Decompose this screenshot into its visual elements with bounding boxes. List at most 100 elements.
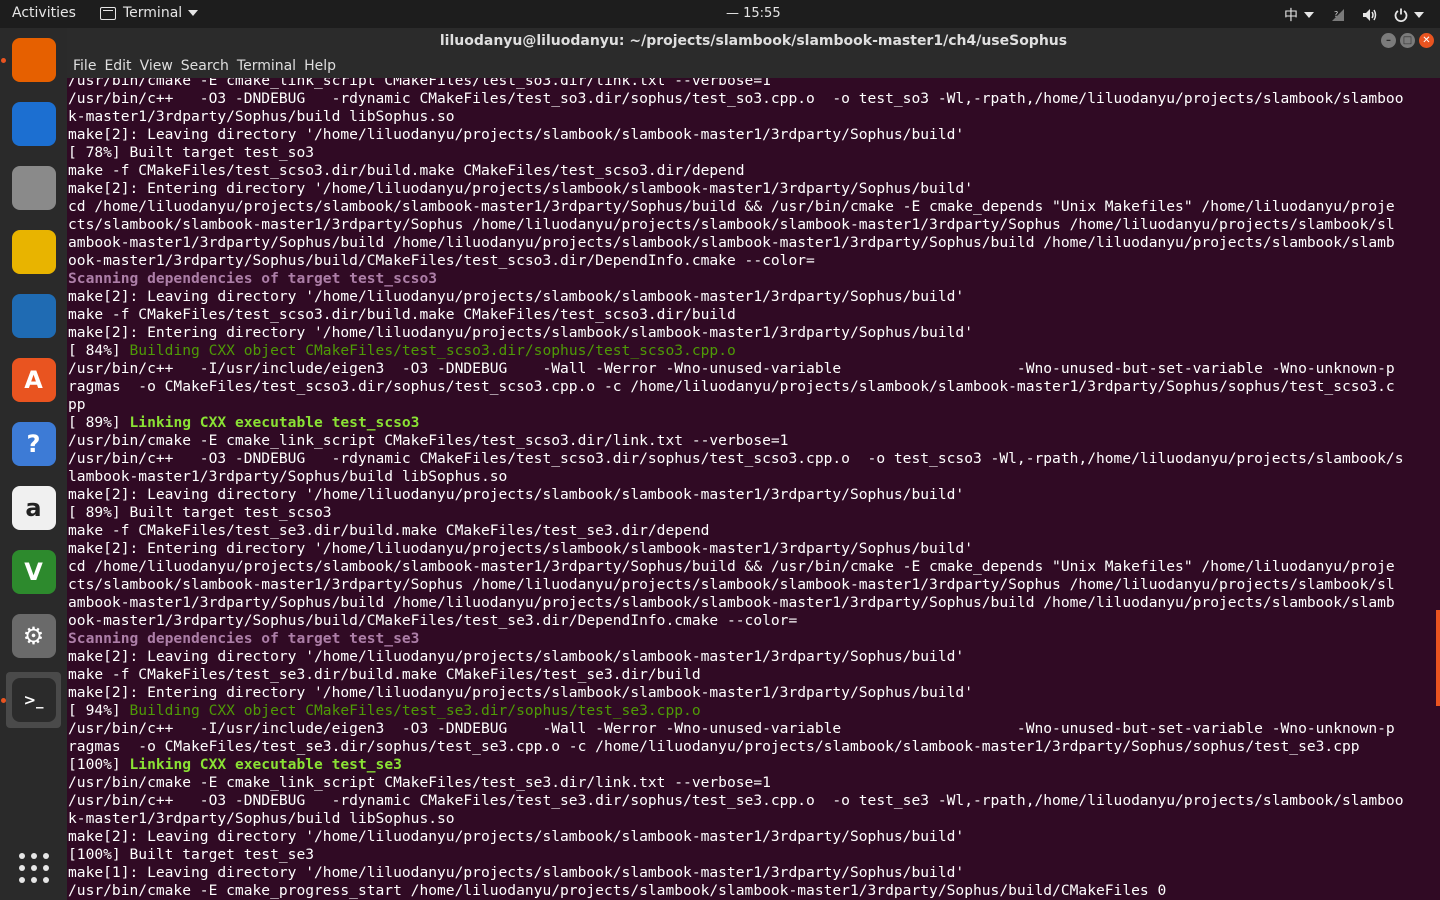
clock[interactable]: — 15:55: [726, 6, 781, 21]
terminal-line: k-master1/3rdparty/Sophus/build libSophu…: [68, 108, 1404, 126]
thunderbird-icon: [11, 102, 56, 146]
terminal-line-text: make[2]: Entering directory '/home/liluo…: [68, 684, 973, 701]
terminal-line: /usr/bin/c++ -O3 -DNDEBUG -rdynamic CMak…: [68, 792, 1404, 810]
scrollbar-thumb[interactable]: [1436, 610, 1440, 706]
help-icon: ?: [11, 422, 56, 466]
dock-item[interactable]: a: [6, 480, 61, 536]
progress-prefix: [ 94%]: [68, 702, 130, 719]
terminal-line: make[2]: Entering directory '/home/liluo…: [68, 324, 1404, 342]
menu-view[interactable]: View: [140, 58, 179, 74]
firefox-icon: [11, 38, 56, 82]
terminal-line-text: ook-master1/3rdparty/Sophus/build/CMakeF…: [68, 252, 815, 269]
maximize-button[interactable]: □: [1400, 33, 1415, 48]
dock-item[interactable]: ⚙: [6, 608, 61, 664]
terminal-line: /usr/bin/c++ -I/usr/include/eigen3 -O3 -…: [68, 360, 1404, 378]
terminal-line-text: /usr/bin/c++ -O3 -DNDEBUG -rdynamic CMak…: [68, 90, 1404, 107]
terminal-line: ragmas -o CMakeFiles/test_scso3.dir/soph…: [68, 378, 1404, 396]
terminal-icon: [100, 6, 116, 20]
libreoffice-writer-icon: [11, 294, 56, 338]
terminal-line: ook-master1/3rdparty/Sophus/build/CMakeF…: [68, 612, 1404, 630]
app-grid-icon: [18, 853, 49, 883]
activities-button[interactable]: Activities: [12, 5, 76, 21]
terminal-line: [ 78%] Built target test_so3: [68, 144, 1404, 162]
terminal-line-text: make[2]: Entering directory '/home/liluo…: [68, 540, 973, 557]
dock-item[interactable]: [6, 160, 61, 216]
window-titlebar[interactable]: liluodanyu@liluodanyu: ~/projects/slambo…: [67, 28, 1440, 54]
minimize-button[interactable]: –: [1381, 33, 1396, 48]
terminal-line: make -f CMakeFiles/test_scso3.dir/build.…: [68, 162, 1404, 180]
top-panel: Activities Terminal — 15:55 中 ?: [0, 0, 1440, 28]
dock-item[interactable]: >_: [1, 672, 61, 728]
terminal-line: [100%] Built target test_se3: [68, 846, 1404, 864]
terminal-line-text: /usr/bin/c++ -O3 -DNDEBUG -rdynamic CMak…: [68, 450, 1404, 467]
files-icon: [11, 166, 56, 210]
terminal-line: [100%] Linking CXX executable test_se3: [68, 756, 1404, 774]
terminal-line-text: cd /home/liluodanyu/projects/slambook/sl…: [68, 198, 1395, 215]
terminal-line-text: /usr/bin/c++ -I/usr/include/eigen3 -O3 -…: [68, 360, 1395, 377]
dock: A? a V ⚙ >_: [0, 28, 67, 900]
terminal-line-text: Building CXX object CMakeFiles/test_se3.…: [129, 702, 701, 719]
dock-item[interactable]: [6, 96, 61, 152]
terminal-line-text: make[2]: Entering directory '/home/liluo…: [68, 180, 973, 197]
terminal-line-text: make[2]: Leaving directory '/home/liluod…: [68, 486, 965, 503]
terminal-line-text: make -f CMakeFiles/test_se3.dir/build.ma…: [68, 522, 710, 539]
dock-item[interactable]: V: [6, 544, 61, 600]
terminal-line-text: make[1]: Leaving directory '/home/liluod…: [68, 864, 965, 881]
terminal-line-text: /usr/bin/cmake -E cmake_link_script CMak…: [68, 432, 789, 449]
rhythmbox-icon: [11, 230, 56, 274]
progress-prefix: [ 84%]: [68, 342, 130, 359]
terminal-line-text: ook-master1/3rdparty/Sophus/build/CMakeF…: [68, 612, 798, 629]
terminal-line-text: make[2]: Leaving directory '/home/liluod…: [68, 288, 965, 305]
terminal-line-text: make[2]: Entering directory '/home/liluo…: [68, 324, 973, 341]
show-applications-button[interactable]: [6, 840, 61, 896]
terminal-line-text: [100%] Built target test_se3: [68, 846, 315, 863]
terminal-line: /usr/bin/c++ -O3 -DNDEBUG -rdynamic CMak…: [68, 90, 1404, 108]
terminal-line-text: Linking CXX executable test_scso3: [129, 414, 420, 431]
network-icon[interactable]: ?: [1330, 8, 1346, 22]
terminal-line-text: /usr/bin/cmake -E cmake_link_script CMak…: [68, 774, 771, 791]
terminal-output[interactable]: /usr/bin/cmake -E cmake_link_script CMak…: [67, 78, 1440, 900]
terminal-line: make[1]: Leaving directory '/home/liluod…: [68, 864, 1404, 882]
app-menu[interactable]: Terminal: [100, 5, 199, 21]
dock-item[interactable]: [6, 224, 61, 280]
dock-item[interactable]: [1, 32, 61, 88]
menu-bar: File Edit View Search Terminal Help: [67, 54, 1440, 78]
terminal-line-text: cd /home/liluodanyu/projects/slambook/sl…: [68, 558, 1395, 575]
terminal-line-text: Scanning dependencies of target test_scs…: [68, 270, 438, 287]
input-method-indicator[interactable]: 中: [1284, 5, 1314, 25]
menu-file[interactable]: File: [73, 58, 102, 74]
terminal-line: /usr/bin/cmake -E cmake_progress_start /…: [68, 882, 1404, 900]
terminal-line: /usr/bin/cmake -E cmake_link_script CMak…: [68, 78, 1404, 90]
terminal-line-text: pp: [68, 396, 86, 413]
terminal-line-text: ambook-master1/3rdparty/Sophus/build /ho…: [68, 234, 1395, 251]
menu-edit[interactable]: Edit: [104, 58, 137, 74]
dock-item[interactable]: ?: [6, 416, 61, 472]
terminal-line: make[2]: Leaving directory '/home/liluod…: [68, 486, 1404, 504]
terminal-line-text: Building CXX object CMakeFiles/test_scso…: [129, 342, 736, 359]
close-button[interactable]: ✕: [1419, 33, 1434, 48]
terminal-line: make[2]: Leaving directory '/home/liluod…: [68, 828, 1404, 846]
menu-terminal[interactable]: Terminal: [237, 58, 302, 74]
terminal-line-text: Linking CXX executable test_se3: [129, 756, 402, 773]
terminal-line: make -f CMakeFiles/test_scso3.dir/build.…: [68, 306, 1404, 324]
dock-item[interactable]: [6, 288, 61, 344]
terminal-line: make -f CMakeFiles/test_se3.dir/build.ma…: [68, 666, 1404, 684]
menu-help[interactable]: Help: [304, 58, 342, 74]
window-controls: – □ ✕: [1381, 33, 1434, 48]
chevron-down-icon: [188, 10, 199, 16]
terminal-line: /usr/bin/c++ -I/usr/include/eigen3 -O3 -…: [68, 720, 1404, 738]
terminal-line: lambook-master1/3rdparty/Sophus/build li…: [68, 468, 1404, 486]
terminal-line-text: /usr/bin/cmake -E cmake_progress_start /…: [68, 882, 1167, 899]
system-tray[interactable]: 中 ?: [1284, 5, 1424, 25]
dock-item[interactable]: A: [6, 352, 61, 408]
vim-icon: V: [11, 550, 56, 594]
volume-icon[interactable]: [1362, 8, 1378, 22]
menu-search[interactable]: Search: [181, 58, 235, 74]
terminal-line-text: make[2]: Leaving directory '/home/liluod…: [68, 126, 965, 143]
terminal-line-text: make[2]: Leaving directory '/home/liluod…: [68, 828, 965, 845]
terminal-line-text: [ 78%] Built target test_so3: [68, 144, 315, 161]
terminal-line: Scanning dependencies of target test_scs…: [68, 270, 1404, 288]
progress-prefix: [100%]: [68, 756, 130, 773]
power-icon[interactable]: [1394, 8, 1424, 22]
terminal-line-text: make -f CMakeFiles/test_scso3.dir/build.…: [68, 306, 736, 323]
